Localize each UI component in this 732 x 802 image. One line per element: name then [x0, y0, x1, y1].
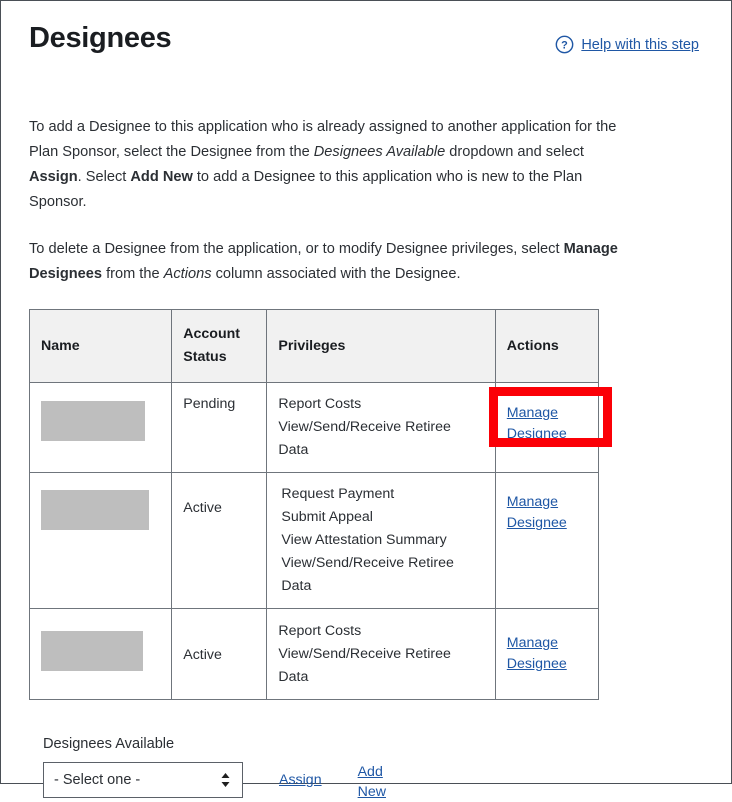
privilege-item: View/Send/Receive Retiree Data	[281, 552, 483, 598]
intro-paragraph-2: To delete a Designee from the applicatio…	[29, 237, 621, 287]
intro-p1-part2: dropdown and select	[445, 144, 584, 160]
privilege-item: Submit Appeal	[281, 506, 483, 529]
manage-designee-link[interactable]: Manage Designee	[507, 633, 587, 675]
svg-text:?: ?	[561, 40, 568, 52]
help-with-this-step[interactable]: ? Help with this step	[555, 35, 699, 54]
page-title: Designees	[29, 23, 171, 55]
intro-p2-italic-actions: Actions	[164, 266, 212, 282]
intro-p2-part3: column associated with the Designee.	[212, 266, 461, 282]
add-new-link[interactable]: Add New	[358, 762, 396, 802]
manage-designee-link[interactable]: Manage Designee	[507, 492, 587, 534]
cell-name	[30, 383, 172, 473]
privilege-item: View/Send/Receive Retiree Data	[278, 416, 483, 462]
updown-arrows-icon	[220, 772, 231, 788]
privilege-item: View Attestation Summary	[281, 529, 483, 552]
intro-p1-part3: . Select	[78, 169, 131, 185]
cell-privileges: Report Costs View/Send/Receive Retiree D…	[267, 383, 495, 473]
intro-p2-part1: To delete a Designee from the applicatio…	[29, 241, 564, 257]
redacted-name-block	[41, 631, 143, 671]
cell-account-status: Active	[172, 609, 267, 700]
designees-available-section: Designees Available - Select one - Assig…	[29, 736, 703, 802]
cell-privileges: Report Costs View/Send/Receive Retiree D…	[267, 609, 495, 700]
redacted-name-block	[41, 401, 145, 441]
designees-available-select-value: - Select one -	[54, 772, 140, 788]
privilege-item: View/Send/Receive Retiree Data	[278, 643, 483, 689]
column-header-actions: Actions	[495, 310, 598, 383]
cell-privileges: Request Payment Submit Appeal View Attes…	[267, 473, 495, 609]
designees-available-label: Designees Available	[43, 736, 703, 752]
privilege-item: Request Payment	[281, 483, 483, 506]
cell-account-status: Pending	[172, 383, 267, 473]
table-row: Active Request Payment Submit Appeal Vie…	[30, 473, 599, 609]
intro-paragraph-1: To add a Designee to this application wh…	[29, 115, 621, 215]
redacted-name-block	[41, 490, 149, 530]
table-row: Active Report Costs View/Send/Receive Re…	[30, 609, 599, 700]
cell-account-status: Active	[172, 473, 267, 609]
table-row: Pending Report Costs View/Send/Receive R…	[30, 383, 599, 473]
designees-available-select[interactable]: - Select one -	[43, 762, 243, 798]
intro-text: To add a Designee to this application wh…	[29, 115, 703, 287]
intro-p1-bold-add-new: Add New	[130, 169, 192, 185]
cell-actions: Manage Designee	[495, 383, 598, 473]
designees-table: Name Account Status Privileges Actions P…	[29, 309, 599, 700]
intro-p2-part2: from the	[102, 266, 164, 282]
table-body: Pending Report Costs View/Send/Receive R…	[30, 383, 599, 700]
cell-name	[30, 473, 172, 609]
page-frame: Designees ? Help with this step To add a…	[0, 0, 732, 784]
help-with-this-step-label[interactable]: Help with this step	[581, 37, 699, 53]
intro-p1-bold-assign: Assign	[29, 169, 78, 185]
designees-available-controls: - Select one - Assign Add New	[43, 762, 703, 802]
cell-name	[30, 609, 172, 700]
privilege-item: Report Costs	[278, 393, 483, 416]
page-header: Designees ? Help with this step	[29, 23, 703, 79]
intro-p1-italic-designees-available: Designees Available	[314, 144, 445, 160]
privilege-item: Report Costs	[278, 620, 483, 643]
cell-actions: Manage Designee	[495, 609, 598, 700]
table-header: Name Account Status Privileges Actions	[30, 310, 599, 383]
column-header-name: Name	[30, 310, 172, 383]
question-circle-icon: ?	[555, 35, 574, 54]
assign-link[interactable]: Assign	[279, 770, 322, 791]
designees-table-wrapper: Name Account Status Privileges Actions P…	[29, 309, 599, 700]
column-header-account-status: Account Status	[172, 310, 267, 383]
table-header-row: Name Account Status Privileges Actions	[30, 310, 599, 383]
cell-actions: Manage Designee	[495, 473, 598, 609]
column-header-privileges: Privileges	[267, 310, 495, 383]
page-content: Designees ? Help with this step To add a…	[1, 1, 731, 783]
manage-designee-link[interactable]: Manage Designee	[507, 403, 587, 445]
